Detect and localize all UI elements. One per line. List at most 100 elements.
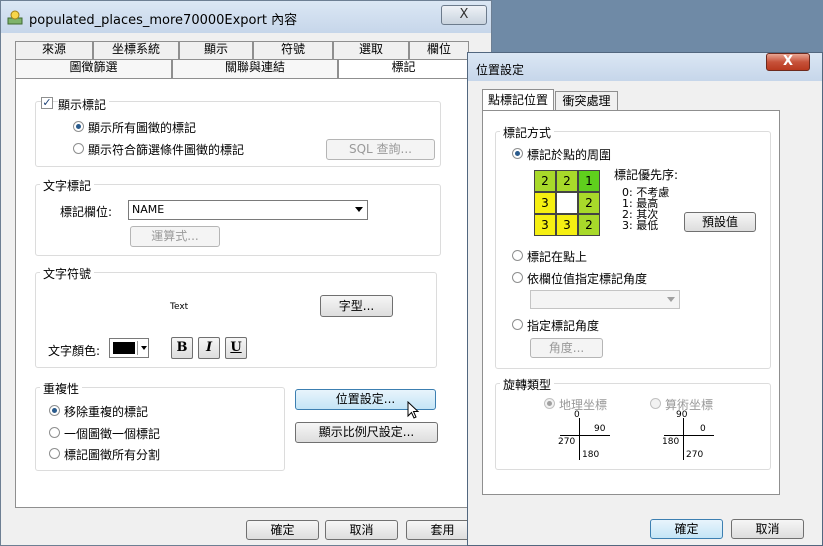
close-button[interactable]: X [441,5,487,25]
grid-cell[interactable]: 2 [534,170,556,192]
priority-item: 3: 最低 [622,219,659,232]
radio-geographic-label: 地理坐標 [559,398,608,412]
axis-line [560,435,610,436]
underline-button[interactable]: U [225,337,247,359]
tab-fields[interactable]: 欄位 [409,41,469,61]
tab-point-position[interactable]: 點標記位置 [482,89,554,111]
placement-panel: 標記方式 標記於點的周圍 2 2 1 3 2 3 3 2 標記優先序: 0: 不… [482,110,780,495]
axis-line [664,435,714,436]
tab-conflict-detection[interactable]: 衝突處理 [555,91,618,111]
label-field-value: NAME [132,203,165,216]
axis-label-right: 90 [594,424,606,434]
radio-all-features[interactable] [73,121,84,132]
chevron-down-icon [667,297,675,302]
italic-button[interactable]: I [198,337,220,359]
axis-line [683,418,684,460]
show-labels-checkbox[interactable]: ✓ [41,97,53,109]
radio-geographic[interactable] [544,398,555,409]
radio-on-point[interactable] [512,250,523,261]
tab-definition-query[interactable]: 圖徵篩選 [15,59,172,79]
cancel-button[interactable]: 取消 [325,520,398,540]
angle-button[interactable]: 角度... [530,338,603,358]
priority-grid[interactable]: 2 2 1 3 2 3 3 2 [534,170,600,236]
grid-cell[interactable]: 2 [578,192,600,214]
label-field-label: 標記欄位: [60,205,113,219]
text-label-group [35,184,441,256]
radio-around-point[interactable] [512,148,523,159]
mouse-cursor-icon [407,400,421,421]
expression-button[interactable]: 運算式... [130,226,220,247]
radio-remove-duplicates[interactable] [49,405,60,416]
sql-query-button[interactable]: SQL 查詢... [326,139,435,160]
axis-label-left: 180 [662,437,680,447]
font-button[interactable]: 字型... [320,295,393,317]
radio-arithmetic-label: 算術坐標 [665,398,714,412]
tab-row-1: 來源 坐標系統 顯示 符號 選取 欄位 [15,41,477,61]
grid-cell[interactable]: 1 [578,170,600,192]
ok-button[interactable]: 確定 [246,520,319,540]
dialog-title-bar: 位置設定 X [468,53,822,81]
axis-line [579,418,580,460]
axis-label-top: 90 [676,410,688,420]
text-color-picker[interactable] [109,338,149,358]
arithmetic-axis-diagram: 90 0 180 270 [662,410,714,462]
duplicates-group-title: 重複性 [40,380,83,397]
text-color-label: 文字顏色: [48,344,101,358]
tab-source[interactable]: 來源 [15,41,93,61]
radio-one-per-feature-label: 一個圖徵一個標記 [64,427,161,441]
tab-joins-relates[interactable]: 關聯與連結 [172,59,338,79]
method-group-title: 標記方式 [500,124,555,141]
dialog-cancel-button[interactable]: 取消 [731,519,804,539]
dialog-body: 點標記位置 衝突處理 標記方式 標記於點的周圍 2 2 1 3 2 3 3 2 … [476,83,814,511]
radio-angle-by-field[interactable] [512,272,523,283]
radio-filtered-features-label: 顯示符合篩選條件圖徵的標記 [88,143,245,157]
dialog-title: 位置設定 [476,63,525,77]
radio-label-all-parts-label: 標記圖徵所有分割 [64,448,161,462]
radio-arithmetic[interactable] [650,398,661,409]
grid-cell[interactable]: 3 [534,214,556,236]
grid-cell[interactable]: 3 [556,214,578,236]
priority-title: 標記優先序: [614,168,679,182]
radio-label-all-parts[interactable] [49,448,60,459]
grid-cell[interactable]: 2 [556,170,578,192]
scale-range-button[interactable]: 顯示比例尺設定... [295,422,438,443]
chevron-down-icon [355,207,363,212]
radio-specify-angle-label: 指定標記角度 [527,319,600,333]
layer-icon [7,9,23,25]
radio-around-point-label: 標記於點的周圍 [527,148,612,162]
dialog-ok-button[interactable]: 確定 [650,519,723,539]
radio-on-point-label: 標記在點上 [527,250,588,264]
window-title: populated_places_more70000Export 內容 [29,13,298,28]
default-button[interactable]: 預設值 [684,212,756,232]
placement-dialog: 位置設定 X 點標記位置 衝突處理 標記方式 標記於點的周圍 2 2 1 3 2… [467,52,823,546]
tab-coordinate-system[interactable]: 坐標系統 [93,41,179,61]
tab-display[interactable]: 顯示 [179,41,253,61]
tab-row-2: 圖徵篩選 關聯與連結 標記 [15,59,479,79]
radio-remove-duplicates-label: 移除重複的標記 [64,405,149,419]
axis-label-bottom: 180 [582,450,600,460]
angle-field-select[interactable] [530,290,680,309]
radio-specify-angle[interactable] [512,319,523,330]
tab-labels[interactable]: 標記 [338,59,469,79]
radio-angle-by-field-label: 依欄位值指定標記角度 [527,272,648,286]
grid-cell[interactable]: 2 [578,214,600,236]
text-label-group-title: 文字標記 [40,177,95,194]
axis-label-left: 270 [558,437,576,447]
title-bar: populated_places_more70000Export 內容 X [1,1,491,33]
bold-button[interactable]: B [171,337,193,359]
tab-symbology[interactable]: 符號 [253,41,333,61]
geographic-axis-diagram: 0 90 270 180 [558,410,610,462]
grid-cell[interactable]: 3 [534,192,556,214]
dialog-close-button[interactable]: X [766,53,810,71]
grid-cell-center [556,192,578,214]
layer-properties-window: populated_places_more70000Export 內容 X 來源… [0,0,492,546]
divider [137,341,138,355]
text-preview: Text [170,302,189,312]
radio-filtered-features[interactable] [73,143,84,154]
radio-one-per-feature[interactable] [49,427,60,438]
label-field-select[interactable]: NAME [128,200,368,220]
rotation-group [495,383,771,470]
rotation-group-title: 旋轉類型 [500,376,555,393]
radio-all-features-label: 顯示所有圖徵的標記 [88,121,197,135]
tab-selection[interactable]: 選取 [333,41,409,61]
